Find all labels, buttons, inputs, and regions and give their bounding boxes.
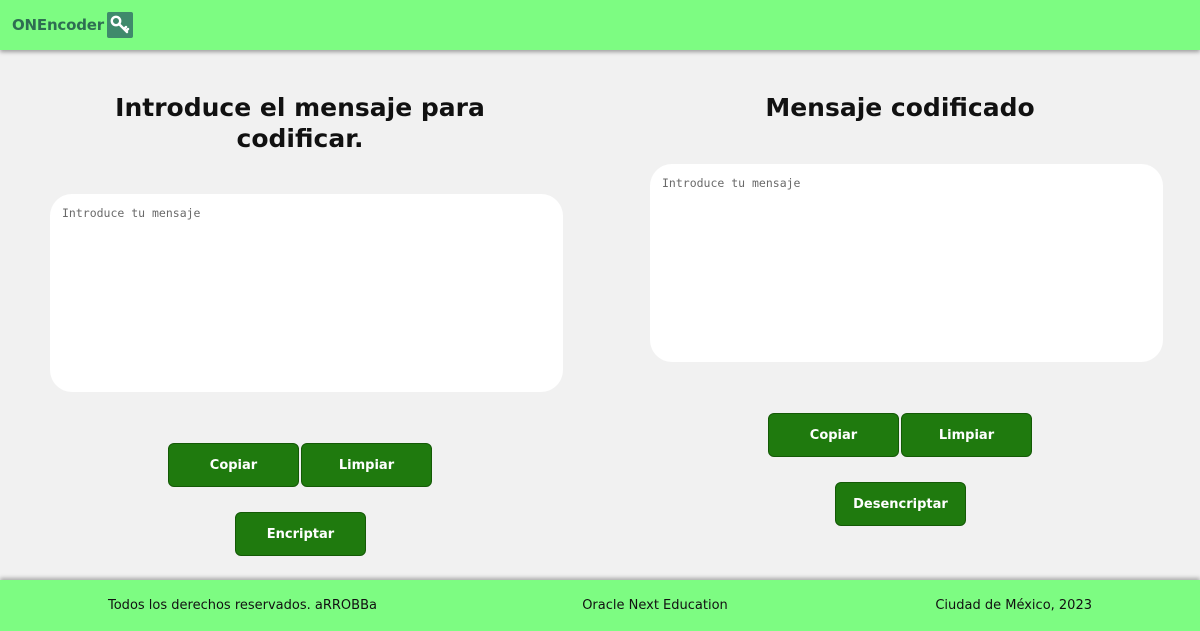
decoder-copy-button[interactable]: Copiar	[768, 413, 899, 457]
decoder-clear-button[interactable]: Limpiar	[901, 413, 1032, 457]
decoder-title: Mensaje codificado	[765, 93, 1035, 122]
brand-link[interactable]: ONEncoder	[12, 10, 133, 40]
encoder-title: Introduce el mensaje para codificar.	[115, 93, 485, 153]
key-icon	[106, 12, 133, 38]
decoder-input[interactable]	[650, 164, 1163, 362]
encrypt-button[interactable]: Encriptar	[235, 512, 366, 556]
encoder-copy-button[interactable]: Copiar	[168, 443, 299, 487]
footer: Todos los derechos reservados. aRROBBa O…	[0, 580, 1200, 631]
decrypt-button[interactable]: Desencriptar	[835, 482, 966, 526]
encoder-clear-button[interactable]: Limpiar	[301, 443, 432, 487]
top-bar: ONEncoder	[0, 0, 1200, 50]
encoder-input[interactable]	[50, 194, 563, 392]
footer-location: Ciudad de México, 2023	[935, 598, 1092, 613]
brand-name: ONEncoder	[12, 16, 104, 34]
